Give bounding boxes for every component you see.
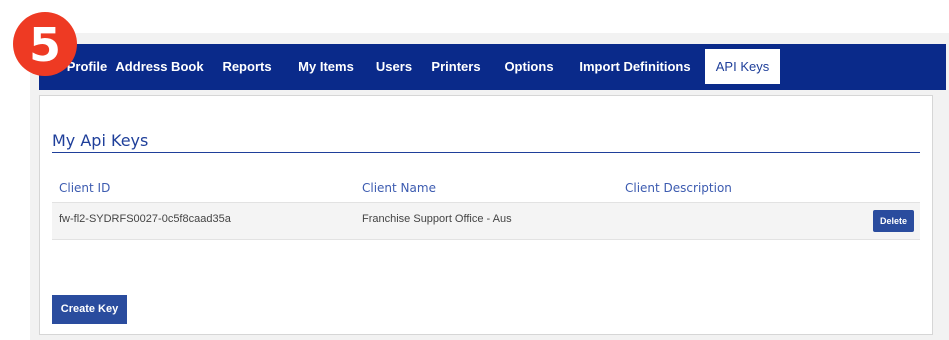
api-keys-panel: My Api Keys Client ID Client Name Client…: [39, 95, 933, 335]
tab-users[interactable]: Users: [371, 49, 417, 84]
table-row: fw-fl2-SYDRFS0027-0c5f8caad35a Franchise…: [52, 202, 920, 240]
cell-client-name: Franchise Support Office - Aus: [362, 213, 512, 225]
section-divider: [52, 152, 920, 153]
tab-reports[interactable]: Reports: [213, 49, 281, 84]
tab-my-items[interactable]: My Items: [287, 49, 365, 84]
top-nav-bar: Profile Address Book Reports My Items Us…: [39, 44, 946, 90]
tab-api-keys[interactable]: API Keys: [705, 49, 780, 84]
column-header-client-name: Client Name: [362, 181, 436, 195]
tab-printers[interactable]: Printers: [423, 49, 489, 84]
tab-options[interactable]: Options: [496, 49, 562, 84]
column-header-client-description: Client Description: [625, 181, 732, 195]
section-title: My Api Keys: [52, 131, 149, 150]
cell-client-id: fw-fl2-SYDRFS0027-0c5f8caad35a: [59, 213, 231, 225]
tab-address-book[interactable]: Address Book: [111, 49, 208, 84]
tab-import-definitions[interactable]: Import Definitions: [569, 49, 701, 84]
column-header-client-id: Client ID: [59, 181, 111, 195]
delete-button[interactable]: Delete: [873, 210, 914, 232]
step-number-badge: 5: [13, 12, 77, 76]
create-key-button[interactable]: Create Key: [52, 295, 127, 324]
